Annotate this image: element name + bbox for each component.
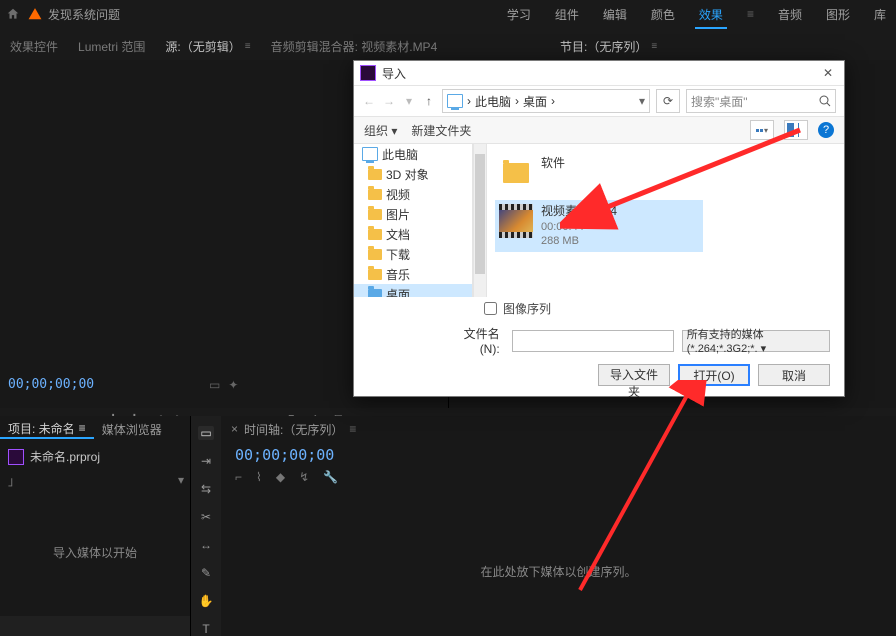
razor-tool-icon[interactable]: ✂ [198, 510, 214, 524]
track-select-tool-icon[interactable]: ⇥ [198, 454, 214, 468]
cancel-button[interactable]: 取消 [758, 364, 830, 386]
timeline-menu-icon[interactable]: ≡ [349, 422, 356, 436]
workspace-tab-libraries[interactable]: 库 [874, 6, 886, 23]
project-file-name: 未命名.prproj [30, 448, 100, 465]
preview-pane-button[interactable] [784, 120, 808, 140]
workspace-tab-assembly[interactable]: 组件 [555, 6, 579, 23]
view-mode-button[interactable]: ▾ [750, 120, 774, 140]
breadcrumb-dropdown-icon[interactable]: ▾ [639, 94, 645, 108]
project-tab[interactable]: 项目: 未命名≡ [0, 420, 94, 439]
image-sequence-checkbox[interactable] [484, 302, 497, 315]
tree-item-pictures[interactable]: 图片 [354, 204, 472, 224]
timeline-close-icon[interactable]: × [231, 422, 238, 436]
workspace-tab-color[interactable]: 颜色 [651, 6, 675, 23]
workspace-tab-editing[interactable]: 编辑 [603, 6, 627, 23]
tree-item-this-pc[interactable]: 此电脑 [354, 144, 472, 164]
timeline-panel: × 时间轴:（无序列） ≡ 00;00;00;00 ⌐ ⌇ ◆ ↯ 🔧 在此处放… [221, 416, 896, 636]
timeline-tab[interactable]: 时间轴:（无序列） [244, 421, 343, 438]
nav-up-icon[interactable]: ↑ [422, 94, 436, 108]
tool-palette: ▭ ⇥ ⇆ ✂ ↔ ✎ ✋ T [191, 416, 221, 636]
nav-back-icon[interactable]: ← [362, 94, 376, 108]
workspace-tab-audio[interactable]: 音频 [778, 6, 802, 23]
filename-label: 文件名(N): [444, 325, 504, 356]
workspace-tab-learn[interactable]: 学习 [507, 6, 531, 23]
pc-icon [447, 94, 463, 108]
nav-recent-icon[interactable]: ▾ [402, 94, 416, 108]
tree-item-desktop[interactable]: 桌面 [354, 284, 472, 297]
panel-tab-effect-controls[interactable]: 效果控件 [0, 33, 68, 59]
file-name: 视频素材.MP4 [541, 204, 617, 220]
workspace-tab-graphics[interactable]: 图形 [826, 6, 850, 23]
tree-item-3d[interactable]: 3D 对象 [354, 164, 472, 184]
image-sequence-label: 图像序列 [503, 300, 551, 317]
import-dialog: 导入 ✕ ← → ▾ ↑ › 此电脑 › 桌面 › ▾ ⟳ 搜索"桌面" 组织 … [353, 60, 845, 397]
media-browser-tab[interactable]: 媒体浏览器 [94, 421, 170, 438]
help-button[interactable]: ? [818, 122, 834, 138]
new-folder-button[interactable]: 新建文件夹 [411, 122, 471, 139]
selection-tool-icon[interactable]: ▭ [198, 426, 214, 440]
tree-item-music[interactable]: 音乐 [354, 264, 472, 284]
dialog-file-list[interactable]: 软件 视频素材.MP4 00:00:44 288 MB [487, 144, 844, 297]
panel-close-icon[interactable]: ≡ [245, 41, 251, 52]
dialog-app-icon [360, 65, 376, 81]
home-icon[interactable] [6, 7, 20, 21]
slip-tool-icon[interactable]: ↔ [198, 538, 214, 552]
breadcrumb-path[interactable]: › 此电脑 › 桌面 › ▾ [442, 89, 650, 113]
timeline-timecode[interactable]: 00;00;00;00 [235, 446, 334, 464]
pen-tool-icon[interactable]: ✎ [198, 566, 214, 580]
ripple-tool-icon[interactable]: ⇆ [198, 482, 214, 496]
add-icon[interactable]: ✦ [228, 378, 238, 392]
warning-icon [28, 7, 42, 21]
dialog-title: 导入 [382, 65, 406, 82]
video-thumbnail-icon [499, 204, 533, 238]
file-duration: 00:00:44 [541, 220, 617, 234]
refresh-button[interactable]: ⟳ [656, 89, 680, 113]
tl-wrench-icon[interactable]: 🔧 [323, 470, 338, 484]
tree-scrollbar[interactable] [473, 144, 487, 297]
import-folder-button[interactable]: 导入文件夹 [598, 364, 670, 386]
type-tool-icon[interactable]: T [198, 622, 214, 636]
source-timecode[interactable]: 00;00;00;00 [8, 377, 94, 392]
nav-forward-icon[interactable]: → [382, 94, 396, 108]
project-footer [0, 616, 190, 636]
tl-snap-icon[interactable]: ⌐ [235, 470, 242, 484]
open-button[interactable]: 打开(O) [678, 364, 750, 386]
file-item-folder[interactable]: 软件 [495, 152, 703, 194]
tl-settings-icon[interactable]: ↯ [299, 470, 309, 484]
panel-tab-audio-mixer[interactable]: 音频剪辑混合器: 视频素材.MP4 [261, 33, 448, 59]
fit-icon[interactable]: ▭ [209, 378, 220, 392]
dialog-close-button[interactable]: ✕ [818, 64, 838, 82]
tree-item-documents[interactable]: 文档 [354, 224, 472, 244]
panel-tab-lumetri[interactable]: Lumetri 范围 [68, 33, 155, 59]
organize-button[interactable]: 组织 ▾ [364, 122, 397, 139]
workspace-tabs: 学习 组件 编辑 颜色 效果 ≡ 音频 图形 库 [507, 0, 886, 28]
filename-input[interactable] [512, 330, 674, 352]
file-filter-combo[interactable]: 所有支持的媒体 (*.264;*.3G2;*. ▾ [682, 330, 830, 352]
tl-marker-icon[interactable]: ◆ [276, 470, 285, 484]
tree-item-videos[interactable]: 视频 [354, 184, 472, 204]
hand-tool-icon[interactable]: ✋ [198, 594, 214, 608]
file-size: 288 MB [541, 234, 617, 248]
tl-link-icon[interactable]: ⌇ [256, 470, 262, 484]
project-filter-icon[interactable]: ▾ [178, 473, 184, 487]
timeline-drop-area[interactable]: 在此处放下媒体以创建序列。 [221, 506, 896, 636]
file-item-video[interactable]: 视频素材.MP4 00:00:44 288 MB [495, 200, 703, 252]
project-subpanel-toggle[interactable]: 」 [8, 472, 20, 489]
project-drop-area[interactable]: 导入媒体以开始 [0, 489, 190, 616]
workspace-tab-effects[interactable]: 效果 [699, 6, 723, 23]
project-panel: 项目: 未命名≡ 媒体浏览器 未命名.prproj 」 ▾ 导入媒体以开始 [0, 416, 191, 636]
panel-tab-source[interactable]: 源:（无剪辑）≡ [155, 33, 260, 59]
premiere-project-icon [8, 449, 24, 465]
dialog-search-input[interactable]: 搜索"桌面" [686, 89, 836, 113]
panel-tab-program[interactable]: 节目:（无序列）≡ [550, 33, 667, 59]
tree-item-downloads[interactable]: 下载 [354, 244, 472, 264]
search-icon [819, 95, 831, 107]
titlebar-issue: 发现系统问题 [48, 6, 120, 23]
panel-menu-icon[interactable]: ≡ [651, 41, 657, 52]
dialog-folder-tree[interactable]: 此电脑 3D 对象 视频 图片 文档 下载 音乐 桌面 Win10 (C:) [354, 144, 473, 297]
